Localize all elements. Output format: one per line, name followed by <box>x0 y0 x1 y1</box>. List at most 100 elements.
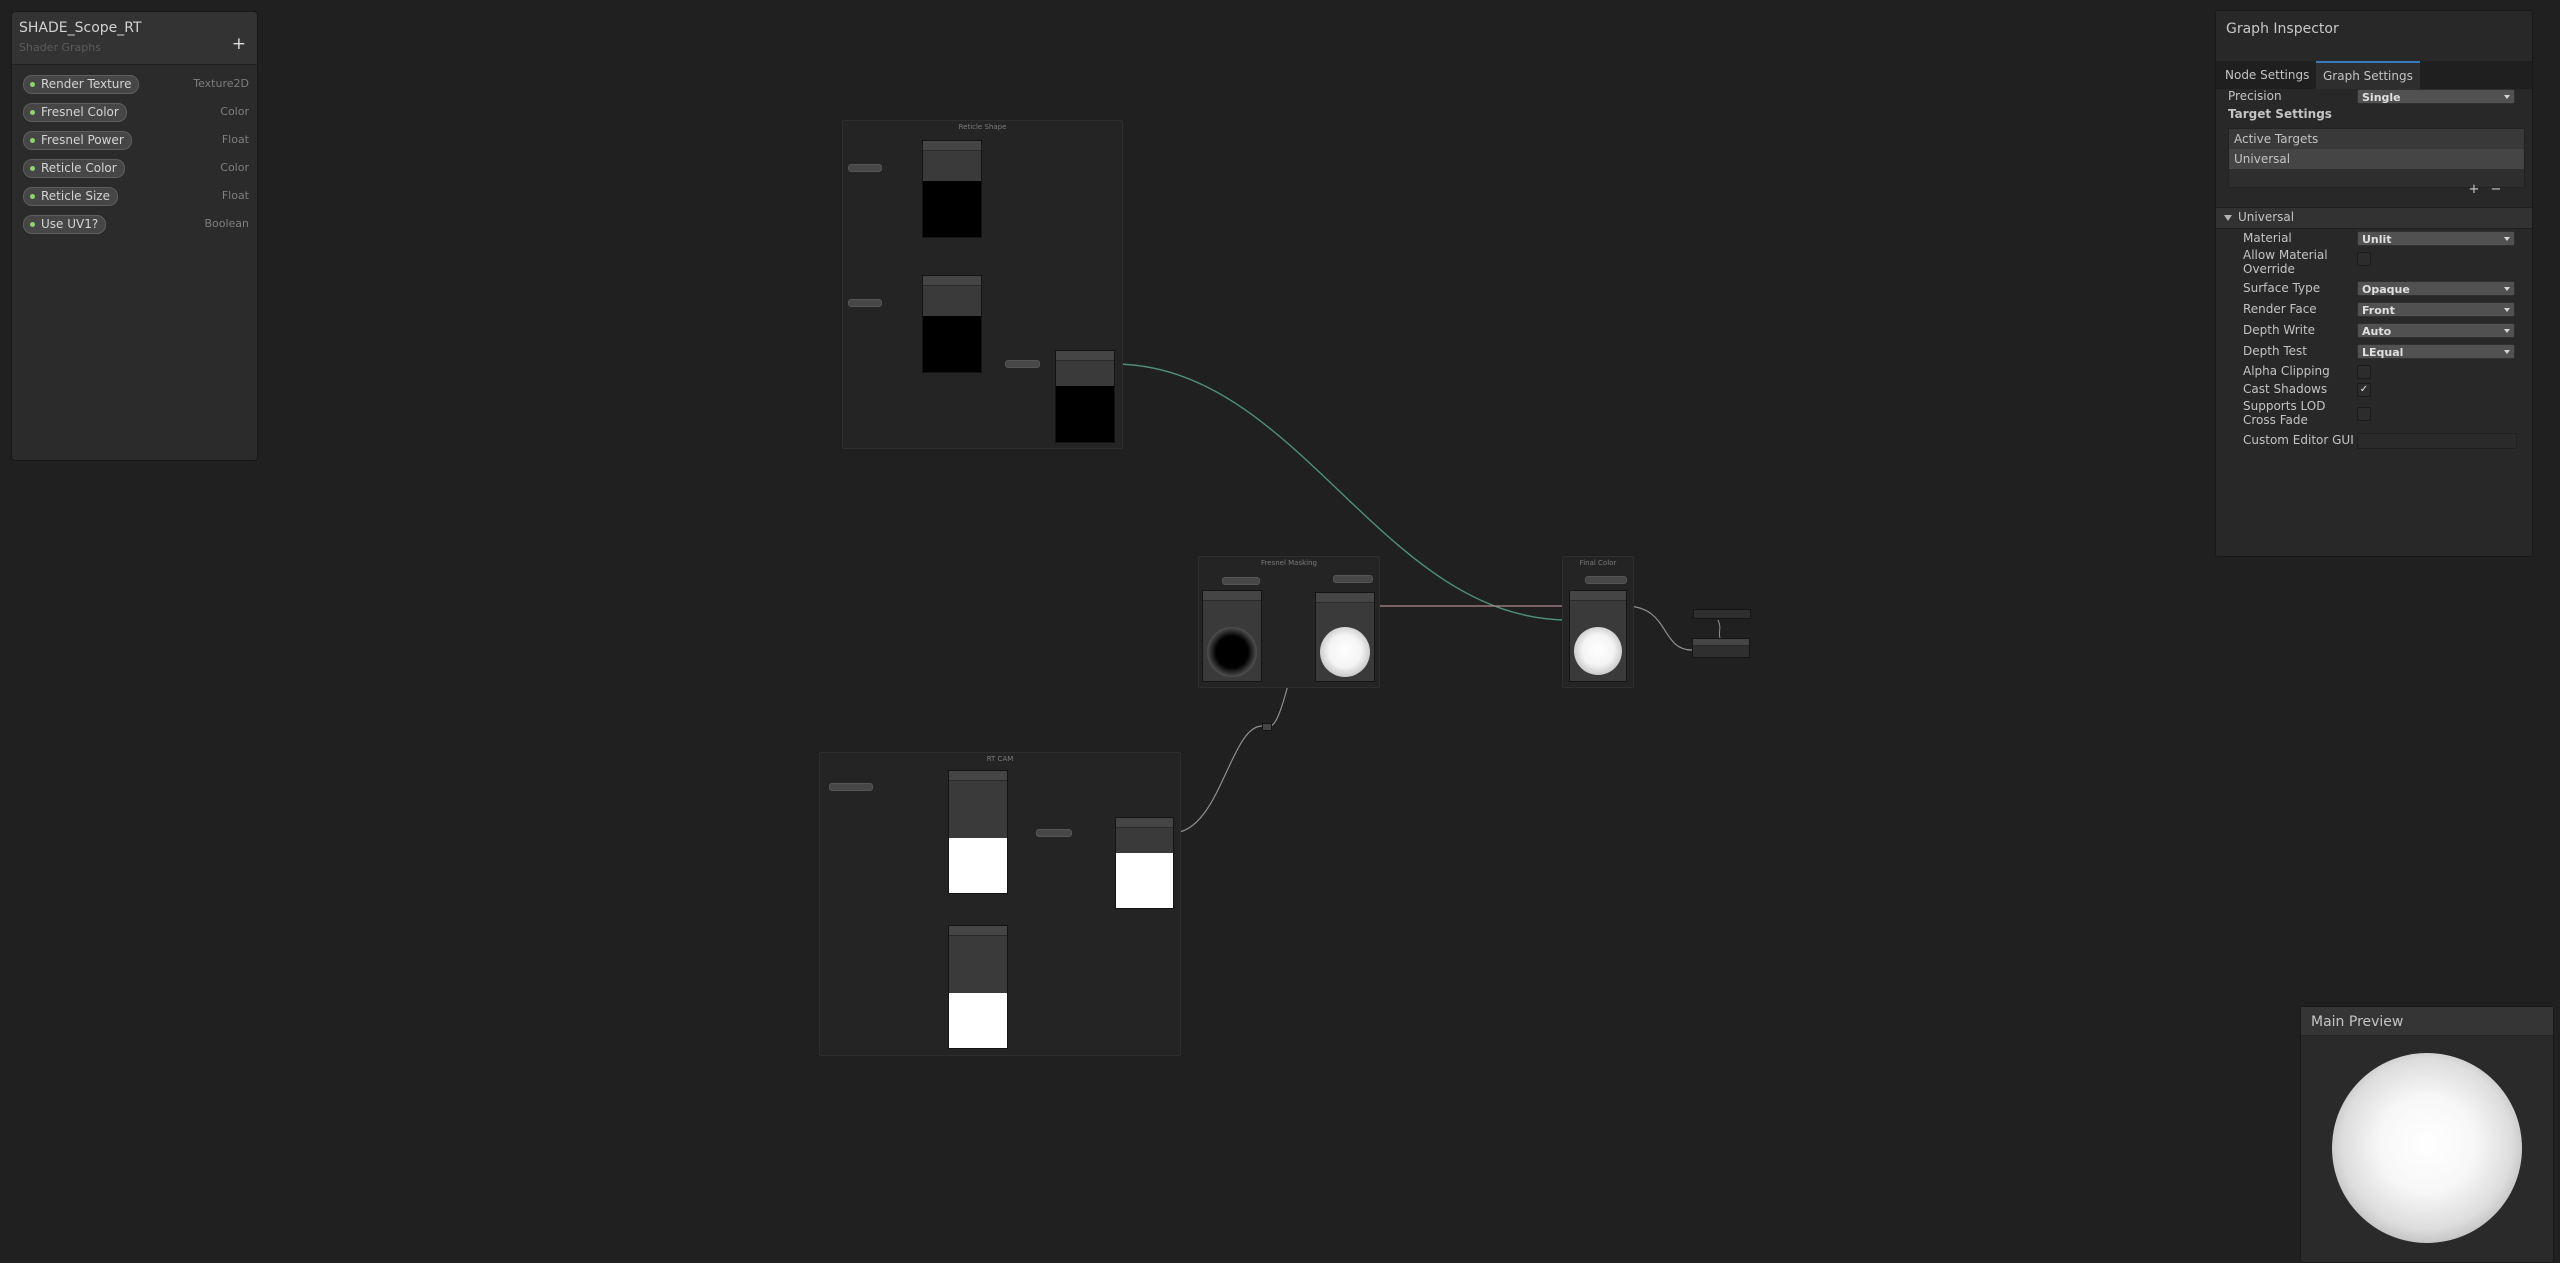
property-node-reticle-size[interactable] <box>848 164 882 172</box>
property-type: Float <box>221 133 249 146</box>
property-node-fresnel-power[interactable] <box>1222 577 1260 585</box>
chevron-down-icon <box>2504 308 2510 312</box>
property-node-reticle-color[interactable] <box>1005 360 1040 368</box>
target-settings-heading: Target Settings <box>2228 107 2332 121</box>
group-title: Final Color <box>1579 559 1617 567</box>
node-preview <box>923 181 981 237</box>
property-node-render-texture[interactable] <box>829 783 873 791</box>
group-title: Reticle Shape <box>958 123 1007 131</box>
property-node-use-uv1[interactable] <box>1036 829 1072 837</box>
remove-target-button[interactable]: − <box>2485 181 2507 199</box>
property-type: Boolean <box>204 217 249 230</box>
property-name: Fresnel Color <box>41 105 119 119</box>
dropdown-value: Opaque <box>2362 283 2410 296</box>
wire <box>1171 725 1263 834</box>
node-multiply[interactable] <box>1315 592 1375 682</box>
node-ellipse[interactable] <box>922 140 982 238</box>
property-row[interactable]: Use UV1? Boolean <box>23 214 249 234</box>
property-name: Use UV1? <box>41 217 99 231</box>
alpha-clipping-label: Alpha Clipping <box>2243 364 2330 378</box>
property-name: Render Texture <box>41 77 132 91</box>
property-type: Color <box>220 105 249 118</box>
main-preview-title: Main Preview <box>2311 1014 2404 1030</box>
property-node-fresnel-color[interactable] <box>1333 575 1373 583</box>
allow-material-override-label: Allow Material Override <box>2243 248 2328 276</box>
property-pill[interactable]: Use UV1? <box>23 215 107 234</box>
dropdown-value: Front <box>2362 304 2395 317</box>
property-pill[interactable]: Fresnel Color <box>23 103 127 122</box>
blackboard-subtitle: Shader Graphs <box>19 41 101 54</box>
property-exposed-dot-icon <box>30 166 35 171</box>
dropdown-value: Single <box>2362 91 2401 104</box>
depth-test-dropdown[interactable]: LEqual <box>2357 344 2515 359</box>
master-fragment-block[interactable] <box>1692 638 1750 658</box>
property-row[interactable]: Render Texture Texture2D <box>23 74 249 94</box>
inspector-tabs: Node Settings Graph Settings <box>2216 61 2532 89</box>
node-ellipse[interactable] <box>922 275 982 373</box>
section-label: Universal <box>2238 210 2295 224</box>
allow-material-override-checkbox[interactable] <box>2357 252 2371 266</box>
chevron-down-icon <box>2504 350 2510 354</box>
node-preview <box>949 838 1007 893</box>
graph-inspector-panel[interactable]: Graph Inspector Node Settings Graph Sett… <box>2215 10 2533 557</box>
node-preview <box>923 316 981 372</box>
property-name: Fresnel Power <box>41 133 124 147</box>
add-target-button[interactable]: + <box>2463 181 2485 199</box>
main-preview-header: Main Preview <box>2301 1007 2553 1036</box>
property-row[interactable]: Fresnel Power Float <box>23 130 249 150</box>
blackboard-panel[interactable]: SHADE_Scope_RT Shader Graphs + Render Te… <box>11 11 258 461</box>
main-preview-panel[interactable]: Main Preview <box>2300 1006 2554 1263</box>
cast-shadows-checkbox[interactable]: ✓ <box>2357 383 2371 397</box>
alpha-clipping-checkbox[interactable] <box>2357 365 2371 379</box>
shader-graph-canvas[interactable]: Reticle Shape Fresnel Masking Final Colo… <box>0 0 2560 1260</box>
property-pill[interactable]: Render Texture <box>23 75 140 94</box>
node-preview <box>1116 853 1173 908</box>
foldout-triangle-icon <box>2224 215 2232 221</box>
node-branch[interactable] <box>1115 817 1174 909</box>
property-name: Reticle Size <box>41 189 110 203</box>
add-property-button[interactable]: + <box>232 36 246 53</box>
node-fresnel-effect[interactable] <box>1202 590 1262 682</box>
property-type: Texture2D <box>193 77 249 90</box>
depth-test-label: Depth Test <box>2243 344 2307 358</box>
material-label: Material <box>2243 231 2292 245</box>
property-name: Reticle Color <box>41 161 117 175</box>
wire <box>1717 619 1721 639</box>
node-preview <box>1056 386 1114 442</box>
supports-lod-cross-fade-label: Supports LOD Cross Fade <box>2243 399 2326 427</box>
property-pill[interactable]: Fresnel Power <box>23 131 132 150</box>
property-node-reticle-size[interactable] <box>848 299 882 307</box>
tab-graph-settings[interactable]: Graph Settings <box>2316 61 2420 89</box>
property-row[interactable]: Reticle Size Float <box>23 186 249 206</box>
property-exposed-dot-icon <box>30 110 35 115</box>
tab-node-settings[interactable]: Node Settings <box>2218 61 2316 89</box>
surface-type-label: Surface Type <box>2243 281 2321 295</box>
custom-editor-gui-field[interactable] <box>2357 433 2517 449</box>
node-lerp-final[interactable] <box>1569 590 1627 682</box>
universal-section-header[interactable]: Universal <box>2216 207 2532 229</box>
node-lerp[interactable] <box>1055 350 1115 443</box>
surface-type-dropdown[interactable]: Opaque <box>2357 281 2515 296</box>
property-exposed-dot-icon <box>30 138 35 143</box>
node-preview <box>1574 627 1622 675</box>
material-dropdown[interactable]: Unlit <box>2357 231 2515 246</box>
render-face-dropdown[interactable]: Front <box>2357 302 2515 317</box>
preview-sphere[interactable] <box>2332 1053 2522 1243</box>
active-target-item[interactable]: Universal <box>2229 149 2524 169</box>
blackboard-header: SHADE_Scope_RT Shader Graphs + <box>12 12 257 65</box>
property-row[interactable]: Fresnel Color Color <box>23 102 249 122</box>
property-row[interactable]: Reticle Color Color <box>23 158 249 178</box>
custom-editor-gui-label: Custom Editor GUI <box>2243 433 2354 447</box>
node-sample-texture-2d[interactable] <box>948 925 1008 1049</box>
property-pill[interactable]: Reticle Size <box>23 187 118 206</box>
dropdown-value: LEqual <box>2362 346 2404 359</box>
property-node-render-texture[interactable] <box>1585 576 1627 584</box>
precision-label: Precision <box>2228 89 2282 103</box>
redirect-node[interactable] <box>1262 723 1272 731</box>
supports-lod-cross-fade-checkbox[interactable] <box>2357 407 2371 421</box>
precision-dropdown[interactable]: Single <box>2357 89 2515 104</box>
node-sample-texture-2d[interactable] <box>948 770 1008 894</box>
property-pill[interactable]: Reticle Color <box>23 159 125 178</box>
depth-write-dropdown[interactable]: Auto <box>2357 323 2515 338</box>
master-vertex-block[interactable] <box>1693 609 1751 619</box>
